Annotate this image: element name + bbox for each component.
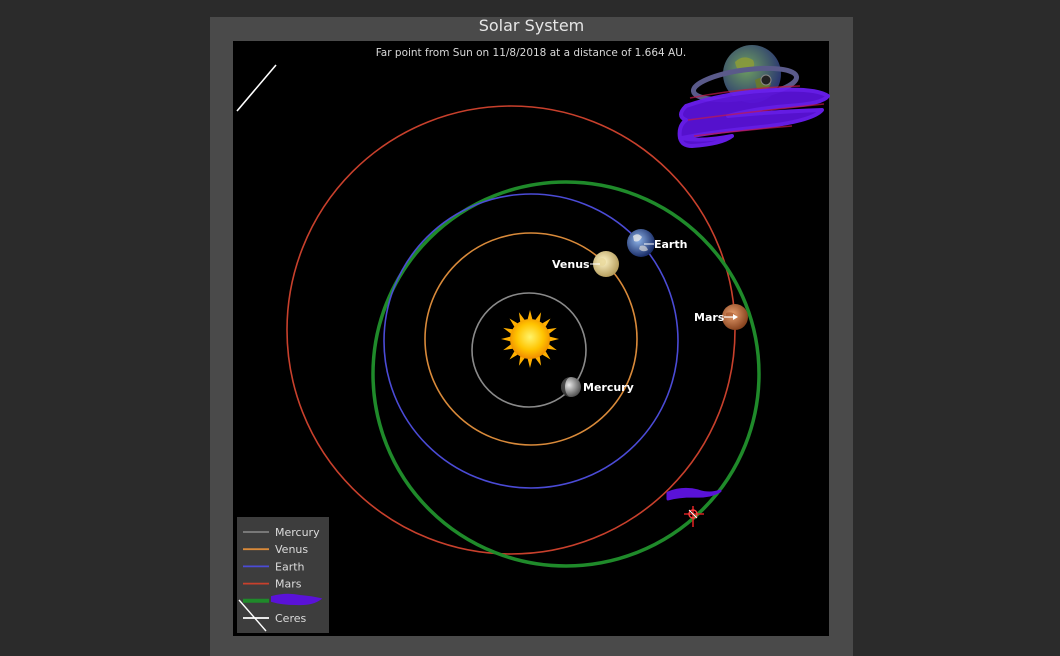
- sun-ray: [548, 336, 559, 342]
- sun-ray: [501, 336, 512, 342]
- legend-label: Mercury: [275, 526, 320, 539]
- earth-planet: [627, 229, 655, 257]
- solar-system-diagram: Mercury Venus Earth Mars MercuryVenusEar…: [236, 45, 830, 633]
- earth-label: Earth: [654, 238, 687, 251]
- legend-label: Mars: [275, 578, 302, 591]
- legend-label: Venus: [275, 543, 308, 556]
- legend-label: Earth: [275, 560, 305, 573]
- sun-ray: [527, 357, 533, 368]
- venus-label: Venus: [552, 258, 590, 271]
- sun-icon: [501, 310, 559, 368]
- legend-label: Ceres: [275, 612, 306, 625]
- sun-ray: [527, 310, 533, 321]
- mercury-label: Mercury: [583, 381, 634, 394]
- mercury-planet: [561, 377, 581, 397]
- ceres-trajectory: [236, 64, 277, 112]
- mars-label: Mars: [694, 311, 725, 324]
